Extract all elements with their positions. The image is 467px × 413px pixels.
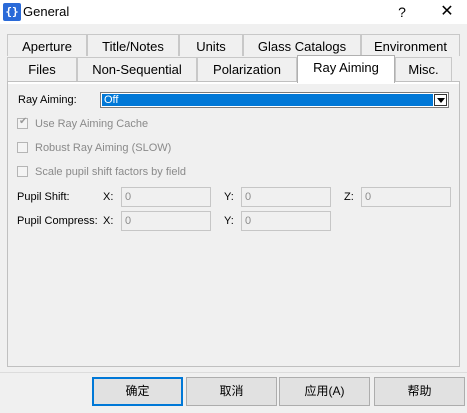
ray-aiming-label: Ray Aiming: [18, 94, 77, 106]
close-icon[interactable]: ✕ [432, 0, 462, 24]
tab-glass-catalogs[interactable]: Glass Catalogs [243, 34, 361, 56]
tab-misc[interactable]: Misc. [395, 57, 452, 81]
window-title: General [23, 4, 70, 19]
app-icon: {} [3, 3, 21, 21]
pupil-shift-y-field[interactable]: 0 [241, 187, 331, 207]
tab-files[interactable]: Files [7, 57, 77, 81]
tab-environment[interactable]: Environment [361, 34, 460, 56]
pupil-compress-x-field[interactable]: 0 [121, 211, 211, 231]
ray-aiming-selected-value: Off [102, 94, 433, 106]
scale-pupil-shift-label: Scale pupil shift factors by field [35, 166, 187, 178]
pupil-shift-z-label: Z: [344, 191, 354, 203]
pupil-shift-z-field[interactable]: 0 [361, 187, 451, 207]
ok-button[interactable]: 确定 [92, 377, 183, 406]
chevron-down-icon[interactable] [434, 94, 447, 106]
ray-aiming-select[interactable]: Off [100, 92, 449, 108]
tab-units[interactable]: Units [179, 34, 243, 56]
divider [0, 372, 467, 373]
robust-ray-aiming-checkbox[interactable] [17, 142, 28, 153]
cancel-button[interactable]: 取消 [186, 377, 277, 406]
pupil-shift-x-field[interactable]: 0 [121, 187, 211, 207]
pupil-compress-x-label: X: [103, 215, 114, 227]
title-bar: {} General ? ✕ [0, 0, 467, 24]
apply-button[interactable]: 应用(A) [279, 377, 370, 406]
pupil-shift-y-label: Y: [224, 191, 234, 203]
use-ray-aiming-cache-checkbox[interactable]: ✔ [17, 116, 28, 129]
tab-ray-aiming[interactable]: Ray Aiming [297, 55, 395, 83]
help-button[interactable]: 帮助 [374, 377, 465, 406]
tab-polarization[interactable]: Polarization [197, 57, 297, 81]
pupil-compress-y-label: Y: [224, 215, 234, 227]
pupil-shift-label: Pupil Shift: [17, 191, 70, 203]
robust-ray-aiming-label: Robust Ray Aiming (SLOW) [35, 142, 172, 154]
pupil-compress-y-field[interactable]: 0 [241, 211, 331, 231]
scale-pupil-shift-checkbox[interactable] [17, 166, 28, 177]
tab-title-notes[interactable]: Title/Notes [87, 34, 179, 56]
tab-aperture[interactable]: Aperture [7, 34, 87, 56]
pupil-compress-label: Pupil Compress: [17, 215, 98, 227]
tab-non-sequential[interactable]: Non-Sequential [77, 57, 197, 81]
help-icon[interactable]: ? [388, 0, 416, 24]
pupil-shift-x-label: X: [103, 191, 114, 203]
use-ray-aiming-cache-label: Use Ray Aiming Cache [35, 118, 149, 130]
